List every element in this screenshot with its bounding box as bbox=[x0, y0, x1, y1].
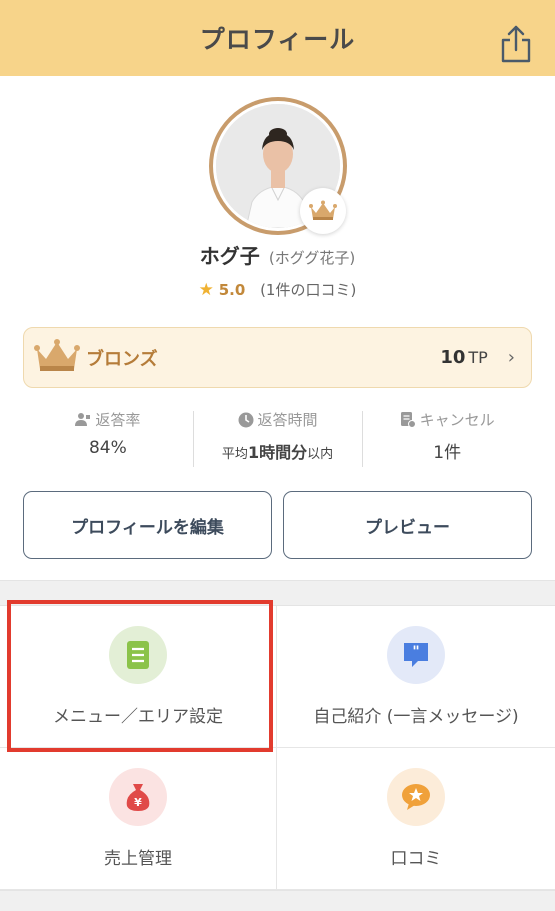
review-count: (1件の口コミ) bbox=[260, 281, 357, 299]
page-title: プロフィール bbox=[199, 25, 356, 54]
stat-label: 返答時間 bbox=[257, 411, 318, 429]
app-header: プロフィール bbox=[0, 0, 555, 76]
stat-response-rate: 返答率 84% bbox=[23, 409, 193, 469]
money-bag-icon: ¥ bbox=[126, 784, 150, 811]
clock-icon bbox=[238, 412, 253, 427]
cancel-doc-icon bbox=[400, 411, 416, 428]
chevron-right-icon: › bbox=[507, 347, 515, 368]
menu-item-label: 売上管理 bbox=[104, 849, 172, 869]
svg-text:": " bbox=[412, 644, 419, 660]
section-divider bbox=[0, 580, 555, 606]
rank-points-value: 10 bbox=[440, 347, 466, 368]
crown-icon bbox=[34, 338, 80, 378]
share-icon[interactable] bbox=[499, 24, 533, 64]
stat-response-time: 返答時間 平均1時間分以内 bbox=[192, 409, 363, 469]
stat-cancel: キャンセル 1件 bbox=[362, 409, 532, 469]
menu-item-self-intro[interactable]: " 自己紹介 (一言メッセージ) bbox=[277, 606, 555, 748]
rank-badge bbox=[300, 188, 346, 234]
stat-value: 平均1時間分以内 bbox=[193, 439, 363, 463]
icon-badge bbox=[109, 626, 167, 684]
menu-item-label: 自己紹介 (一言メッセージ) bbox=[313, 707, 519, 727]
stat-label: キャンセル bbox=[419, 411, 495, 429]
rank-points-unit: TP bbox=[468, 348, 488, 367]
crown-icon bbox=[309, 200, 337, 220]
icon-badge bbox=[387, 768, 445, 826]
display-name: ホグ子 bbox=[199, 244, 260, 268]
edit-profile-button[interactable]: プロフィールを編集 bbox=[23, 491, 272, 559]
menu-item-label: メニュー／エリア設定 bbox=[53, 707, 223, 727]
rating-value: 5.0 bbox=[218, 281, 246, 299]
stat-value: 84% bbox=[88, 438, 127, 458]
rank-bar[interactable]: ブロンズ 10 TP › bbox=[23, 327, 532, 388]
star-icon: ★ bbox=[198, 280, 214, 300]
stat-value-suffix: 以内 bbox=[307, 447, 334, 462]
icon-badge: ¥ bbox=[109, 768, 167, 826]
rank-points: 10 TP bbox=[440, 347, 487, 368]
document-icon bbox=[127, 641, 149, 669]
icon-badge: " bbox=[387, 626, 445, 684]
star-bubble-icon bbox=[402, 784, 430, 810]
preview-button[interactable]: プレビュー bbox=[283, 491, 532, 559]
menu-grid: メニュー／エリア設定 " 自己紹介 (一言メッセージ) ¥ 売上管理 口コミ bbox=[0, 606, 555, 890]
stat-value: 1件 bbox=[433, 443, 462, 463]
menu-item-menu-area[interactable]: メニュー／エリア設定 bbox=[0, 606, 277, 748]
rank-label: ブロンズ bbox=[86, 348, 158, 370]
stat-value-prefix: 平均 bbox=[221, 447, 248, 462]
menu-item-reviews[interactable]: 口コミ bbox=[277, 748, 555, 890]
profile-name-line: ホグ子 (ホググ花子) bbox=[0, 240, 555, 269]
menu-item-sales[interactable]: ¥ 売上管理 bbox=[0, 748, 277, 890]
speech-bubble-icon: " bbox=[404, 643, 428, 667]
svg-text:¥: ¥ bbox=[134, 796, 142, 809]
rating-line[interactable]: ★ 5.0 (1件の口コミ) bbox=[0, 279, 555, 300]
stats-row: 返答率 84% 返答時間 平均1時間分以内 キャンセル 1件 bbox=[23, 409, 532, 469]
menu-item-label: 口コミ bbox=[390, 849, 442, 869]
stat-label: 返答率 bbox=[95, 411, 141, 429]
real-name: (ホググ花子) bbox=[268, 249, 356, 267]
user-reply-icon bbox=[75, 412, 91, 426]
stat-value-main: 1時間分 bbox=[247, 443, 308, 462]
bottom-divider bbox=[0, 890, 555, 911]
